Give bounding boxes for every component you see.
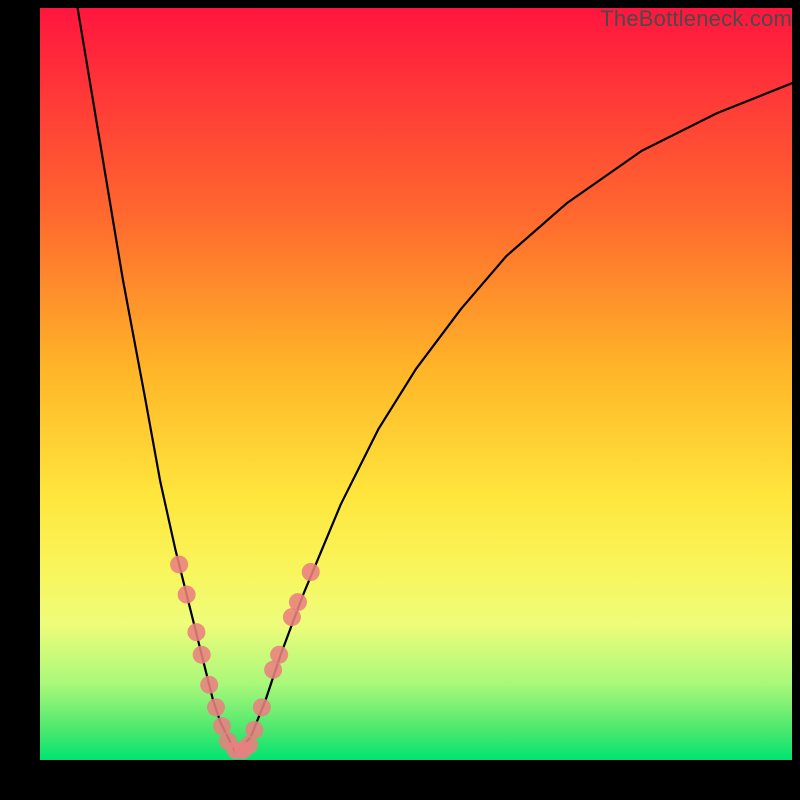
marker-group [170,555,320,759]
chart-frame: TheBottleneck.com [0,0,800,800]
data-marker [289,593,307,611]
data-marker [178,586,196,604]
curve-right-branch [236,83,792,752]
curve-svg [40,8,792,760]
data-marker [187,623,205,641]
data-marker [170,555,188,573]
curve-left-branch [78,8,236,752]
watermark-text: TheBottleneck.com [600,6,792,32]
data-marker [193,646,211,664]
data-marker [245,721,263,739]
plot-area [40,8,792,760]
curve-group [78,8,792,752]
data-marker [270,646,288,664]
data-marker [207,698,225,716]
data-marker [200,676,218,694]
data-marker [302,563,320,581]
data-marker [253,698,271,716]
